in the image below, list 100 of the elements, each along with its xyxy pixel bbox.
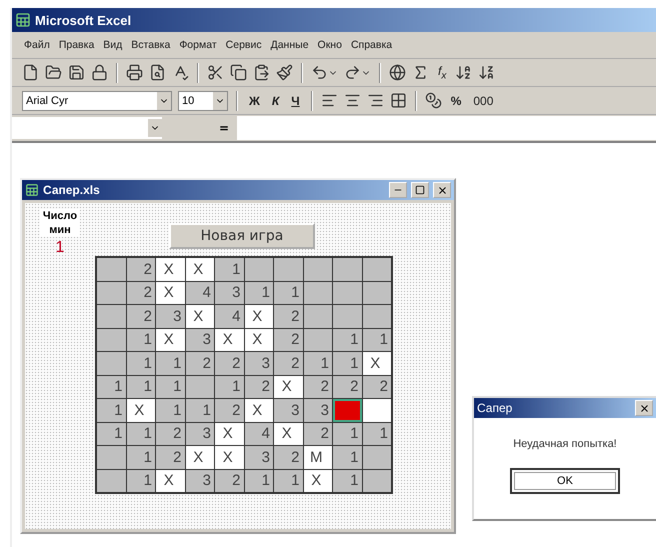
currency-icon[interactable] (424, 92, 442, 109)
new-game-button[interactable]: Новая игра (169, 223, 315, 249)
field-cell[interactable]: 4 (186, 282, 214, 304)
field-cell[interactable]: 3 (244, 446, 273, 468)
printer-icon[interactable] (126, 64, 143, 81)
field-cell[interactable]: X (244, 399, 273, 422)
field-cell[interactable]: 1 (304, 352, 332, 374)
menu-item[interactable]: Сервис (226, 39, 262, 51)
sort-descending-icon[interactable] (478, 64, 496, 81)
field-cell[interactable] (333, 282, 362, 304)
field-cell[interactable] (304, 258, 332, 280)
field-cell[interactable] (304, 305, 332, 328)
field-cell[interactable]: 2 (274, 446, 302, 468)
field-cell[interactable]: 2 (333, 376, 362, 398)
field-cell[interactable] (362, 258, 391, 280)
scissors-icon[interactable] (207, 64, 224, 81)
globe-icon[interactable] (389, 64, 406, 81)
field-cell[interactable] (244, 258, 273, 280)
field-cell[interactable]: X (186, 258, 214, 280)
field-cell[interactable]: 2 (156, 422, 184, 445)
field-cell[interactable] (97, 258, 126, 280)
field-cell[interactable]: 1 (126, 446, 155, 468)
field-cell[interactable] (97, 328, 126, 351)
function-button[interactable]: f$_{x}$ (435, 64, 450, 82)
field-cell[interactable]: 3 (274, 399, 302, 422)
maximize-button[interactable] (411, 182, 429, 198)
field-cell[interactable]: 1 (333, 352, 362, 374)
field-cell[interactable] (274, 258, 302, 280)
ok-button[interactable]: OK (510, 468, 620, 494)
field-cell[interactable]: 1 (126, 422, 155, 445)
field-cell[interactable]: 2 (126, 305, 155, 328)
field-cell[interactable]: 2 (215, 470, 244, 492)
field-cell[interactable]: 2 (126, 258, 155, 280)
field-cell[interactable] (97, 470, 126, 492)
paste-icon[interactable] (253, 64, 270, 81)
field-cell[interactable]: 1 (215, 258, 244, 280)
open-folder-icon[interactable] (45, 64, 62, 81)
field-cell[interactable]: 1 (97, 399, 126, 422)
field-cell[interactable]: 2 (244, 376, 273, 398)
field-cell[interactable]: 3 (156, 305, 184, 328)
field-cell[interactable]: 1 (156, 376, 184, 398)
field-cell[interactable] (97, 305, 126, 328)
field-cell[interactable]: 1 (274, 282, 302, 304)
field-cell[interactable]: X (186, 446, 214, 468)
field-cell[interactable]: 3 (304, 399, 332, 422)
field-cell[interactable]: 1 (126, 376, 155, 398)
equals-button[interactable]: = (162, 117, 237, 139)
bold-button[interactable]: Ж (246, 94, 263, 108)
underline-button[interactable]: Ч (288, 94, 303, 108)
field-cell[interactable] (97, 282, 126, 304)
field-cell[interactable]: 2 (215, 399, 244, 422)
field-cell[interactable]: X (215, 446, 244, 468)
field-cell[interactable]: 2 (304, 376, 332, 398)
field-cell[interactable] (362, 470, 391, 492)
field-cell[interactable]: 2 (126, 282, 155, 304)
field-cell[interactable]: 1 (215, 376, 244, 398)
field-cell[interactable]: 3 (186, 422, 214, 445)
thousands-button[interactable]: 000 (470, 94, 496, 108)
field-cell[interactable]: 1 (333, 328, 362, 351)
field-cell[interactable]: 1 (274, 470, 302, 492)
field-cell[interactable]: 1 (244, 470, 273, 492)
field-cell[interactable]: X (126, 399, 155, 422)
field-cell[interactable] (362, 446, 391, 468)
align-center-icon[interactable] (344, 92, 361, 109)
field-cell[interactable]: 1 (156, 352, 184, 374)
field-cell[interactable]: 1 (333, 470, 362, 492)
field-cell[interactable]: 4 (244, 422, 273, 445)
new-file-icon[interactable] (22, 64, 39, 81)
merge-cells-icon[interactable] (390, 92, 407, 109)
field-cell[interactable]: 3 (244, 352, 273, 374)
lock-icon[interactable] (91, 64, 108, 81)
field-cell[interactable]: X (244, 328, 273, 351)
field-cell[interactable]: 1 (156, 399, 184, 422)
menu-item[interactable]: Вставка (131, 39, 170, 51)
field-cell[interactable]: 2 (215, 352, 244, 374)
field-cell[interactable]: 3 (215, 282, 244, 304)
field-cell[interactable] (97, 352, 126, 374)
percent-button[interactable]: % (448, 94, 464, 108)
brush-icon[interactable] (276, 64, 293, 81)
field-cell[interactable]: 2 (304, 422, 332, 445)
sort-ascending-icon[interactable] (455, 64, 472, 81)
field-cell[interactable]: 1 (126, 470, 155, 492)
close-button[interactable] (635, 400, 653, 416)
italic-button[interactable]: К (268, 94, 282, 108)
size-field[interactable]: 10 (178, 90, 228, 110)
field-cell[interactable]: 3 (186, 470, 214, 492)
field-cell[interactable]: X (304, 470, 332, 492)
field-cell[interactable]: 2 (362, 376, 391, 398)
field-cell[interactable]: 1 (97, 422, 126, 445)
field-cell[interactable]: 1 (97, 376, 126, 398)
field-cell[interactable]: X (274, 422, 302, 445)
field-cell[interactable] (362, 282, 391, 304)
field-cell[interactable] (362, 305, 391, 328)
menu-item[interactable]: Окно (318, 39, 342, 51)
field-cell[interactable]: 2 (186, 352, 214, 374)
copy-icon[interactable] (230, 64, 247, 81)
field-cell[interactable]: X (156, 282, 184, 304)
minimize-button[interactable] (389, 182, 407, 198)
field-cell[interactable]: 1 (362, 422, 391, 445)
field-cell[interactable]: X (215, 422, 244, 445)
